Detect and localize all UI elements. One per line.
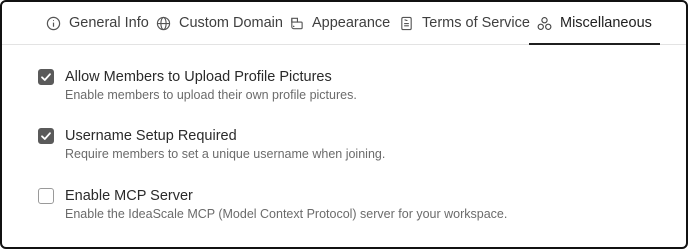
tab-general-info[interactable]: General Info	[46, 2, 149, 44]
tab-miscellaneous[interactable]: Miscellaneous	[529, 2, 660, 45]
setting-description: Enable the IdeaScale MCP (Model Context …	[65, 207, 508, 221]
settings-panel: General Info Custom Domain Appearance Te…	[0, 0, 688, 249]
setting-upload-profile-pictures: Allow Members to Upload Profile Pictures…	[38, 68, 357, 103]
checkmark-icon	[41, 132, 51, 140]
tab-appearance[interactable]: Appearance	[289, 2, 390, 44]
setting-title: Allow Members to Upload Profile Pictures	[65, 69, 332, 85]
setting-text: Allow Members to Upload Profile Pictures…	[65, 68, 357, 103]
tab-custom-domain[interactable]: Custom Domain	[156, 2, 283, 44]
tab-label: Appearance	[312, 15, 391, 31]
setting-title: Enable MCP Server	[65, 188, 193, 204]
setting-text: Username Setup Required Require members …	[65, 127, 385, 162]
username-required-checkbox[interactable]	[38, 128, 54, 144]
tab-label: Miscellaneous	[560, 15, 652, 31]
setting-description: Enable members to upload their own profi…	[65, 88, 357, 102]
setting-description: Require members to set a unique username…	[65, 147, 386, 161]
palette-icon	[289, 16, 304, 31]
setting-username-required: Username Setup Required Require members …	[38, 127, 385, 162]
setting-enable-mcp-server: Enable MCP Server Enable the IdeaScale M…	[38, 187, 507, 222]
tab-label: General Info	[69, 15, 149, 31]
setting-title: Username Setup Required	[65, 128, 237, 144]
tab-label: Custom Domain	[179, 15, 283, 31]
tab-label: Terms of Service	[422, 15, 530, 31]
tab-terms-of-service[interactable]: Terms of Service	[399, 2, 530, 44]
globe-icon	[156, 16, 171, 31]
mcp-server-checkbox[interactable]	[38, 188, 54, 204]
checkmark-icon	[41, 73, 51, 81]
info-circle-icon	[46, 16, 61, 31]
document-icon	[399, 16, 414, 31]
profile-pictures-checkbox[interactable]	[38, 69, 54, 85]
setting-text: Enable MCP Server Enable the IdeaScale M…	[65, 187, 507, 222]
shapes-icon	[537, 16, 552, 31]
settings-tab-bar: General Info Custom Domain Appearance Te…	[2, 2, 686, 45]
